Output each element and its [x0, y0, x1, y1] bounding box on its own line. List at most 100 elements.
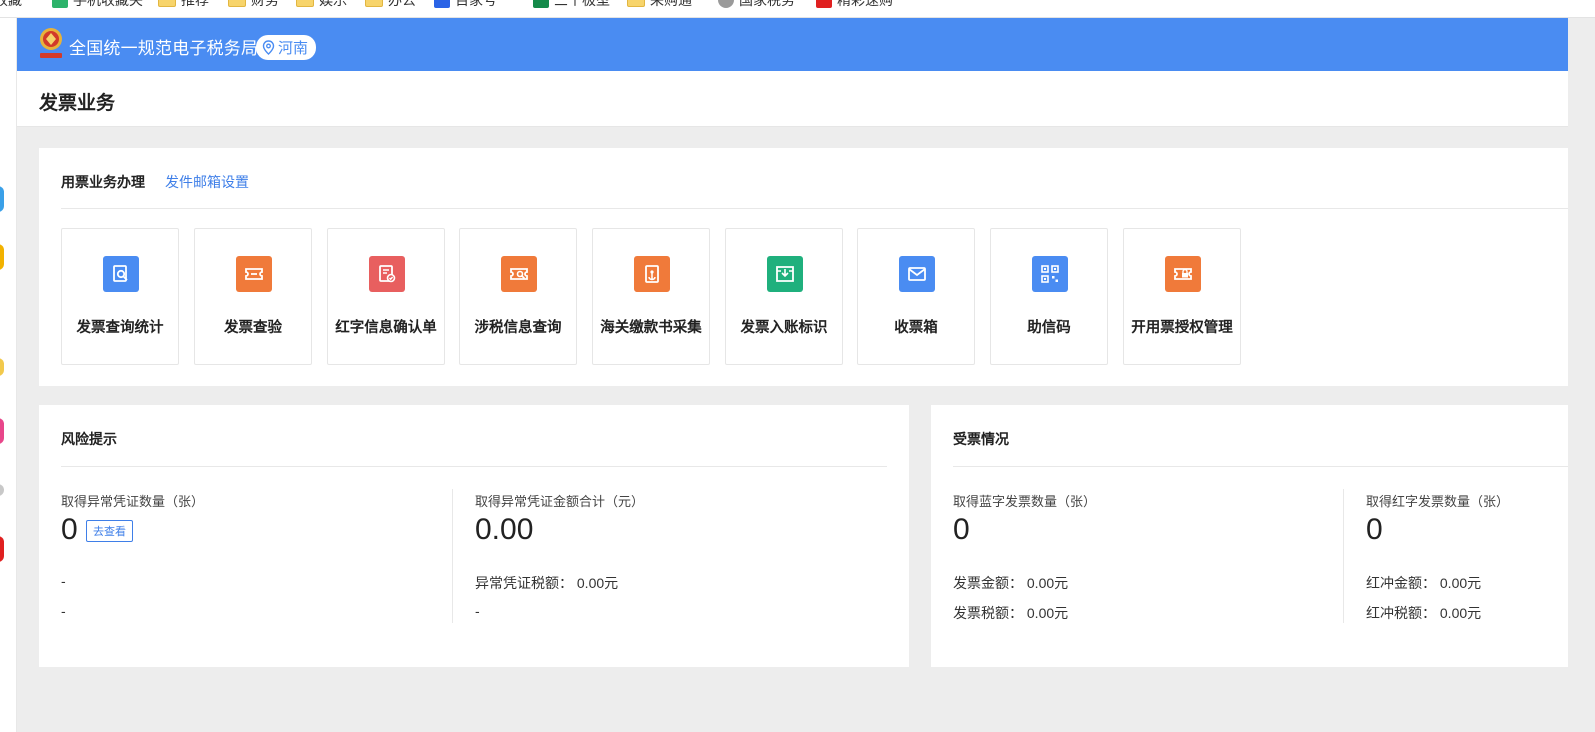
bookmark-folder-purchase[interactable]: 采购通: [627, 0, 692, 9]
phone-bookmark-icon: [52, 0, 68, 8]
bookmark-mobile[interactable]: 手机收藏夹: [52, 0, 143, 9]
location-pin-icon: [262, 40, 275, 55]
customs-payment-icon: [634, 256, 670, 292]
tab-invoice-operations[interactable]: 用票业务办理: [61, 172, 145, 192]
folder-icon: [627, 0, 645, 7]
sidebar-icon-gold[interactable]: [0, 358, 4, 376]
invoice-search-icon: [103, 256, 139, 292]
red-tax-line: 红冲税额： 0.00元: [1366, 605, 1482, 621]
red-invoice-count-value: 0: [1366, 513, 1383, 546]
green-app-icon: [533, 0, 549, 8]
red-invoice-confirm-icon: [369, 256, 405, 292]
red-invoice-count-label: 取得红字发票数量（张）: [1366, 495, 1510, 510]
tile-label: 发票查询统计: [76, 320, 164, 336]
tile-invoice-authorization[interactable]: 开用票授权管理: [1123, 228, 1241, 365]
risk-right-line2: -: [475, 603, 480, 619]
risk-left-line1: -: [61, 573, 66, 589]
bookmark-label: 推荐: [181, 0, 209, 9]
column-divider: [1343, 489, 1344, 623]
abnormal-amount-value: 0.00: [475, 513, 534, 546]
invoice-ledger-icon: [767, 256, 803, 292]
tile-customs-payment[interactable]: 海关缴款书采集: [592, 228, 710, 365]
tax-emblem-icon: [40, 28, 62, 58]
sidebar-icon-blue[interactable]: [0, 186, 4, 212]
abnormal-count-label: 取得异常凭证数量（张）: [61, 495, 205, 510]
site-title: 全国统一规范电子税务局: [69, 39, 259, 59]
bookmark-folder-office[interactable]: 办公: [365, 0, 416, 9]
abnormal-amount-label: 取得异常凭证金额合计（元）: [475, 495, 645, 510]
baidu-icon: [434, 0, 450, 8]
region-label: 河南: [278, 39, 309, 57]
tile-label: 开用票授权管理: [1131, 320, 1233, 336]
gear-icon: [718, 0, 734, 8]
tile-invoice-verify[interactable]: 发票查验: [194, 228, 312, 365]
bookmark-green[interactable]: 三个极型: [533, 0, 610, 9]
divider: [61, 466, 887, 467]
tile-receipt-box[interactable]: 收票箱: [857, 228, 975, 365]
sidebar-icon-yellow[interactable]: [0, 244, 4, 270]
tile-invoice-query[interactable]: 发票查询统计: [61, 228, 179, 365]
view-button[interactable]: 去查看: [86, 520, 133, 542]
tile-label: 涉税信息查询: [474, 320, 562, 336]
sidebar-icon-gray[interactable]: [0, 484, 4, 496]
tile-label: 发票入账标识: [740, 320, 828, 336]
left-sidebar-edge: [0, 18, 17, 732]
bookmarks-bar: 收藏 手机收藏夹 推荐 财务 娱乐 办公 百家号 三个极型 采购通 国家税务 精…: [0, 0, 1595, 18]
tile-label: 助信码: [1027, 320, 1071, 336]
invoice-tax-line: 发票税额： 0.00元: [953, 605, 1069, 621]
red-amount-line: 红冲金额： 0.00元: [1366, 575, 1482, 591]
invoice-amount-line: 发票金额： 0.00元: [953, 575, 1069, 591]
bookmark-label: 办公: [388, 0, 416, 9]
operations-tabs: 用票业务办理 发件邮箱设置: [61, 172, 249, 192]
tile-invoice-ledger[interactable]: 发票入账标识: [725, 228, 843, 365]
tab-mail-settings[interactable]: 发件邮箱设置: [165, 172, 249, 192]
bookmark-label: 国家税务: [739, 0, 795, 9]
column-divider: [452, 489, 453, 623]
region-selector[interactable]: 河南: [256, 35, 317, 60]
risk-left-line2: -: [61, 603, 66, 619]
bookmark-label: 精彩速购: [837, 0, 893, 9]
card-title: 受票情况: [953, 432, 1009, 448]
sidebar-icon-pink[interactable]: [0, 418, 4, 444]
divider: [953, 466, 1595, 467]
right-edge: [1568, 18, 1595, 732]
card-title: 风险提示: [61, 432, 117, 448]
folder-icon: [158, 0, 176, 7]
bookmark-red[interactable]: 精彩速购: [816, 0, 893, 9]
tile-tax-info-query[interactable]: 涉税信息查询: [459, 228, 577, 365]
page-title: 发票业务: [39, 92, 116, 114]
main-content: 用票业务办理 发件邮箱设置 发票查询统计 发票查验 红字信息确认单 涉税信息查询…: [17, 127, 1595, 732]
site-header: 全国统一规范电子税务局 河南: [17, 18, 1595, 71]
folder-icon: [296, 0, 314, 7]
risk-alert-card: 风险提示 取得异常凭证数量（张） 0 去查看 - - 取得异常凭证金额合计（元）…: [39, 405, 909, 667]
blue-invoice-count-value: 0: [953, 513, 970, 546]
tile-label: 海关缴款书采集: [600, 320, 702, 336]
bookmark-folder-recommend[interactable]: 推荐: [158, 0, 209, 9]
abnormal-tax-line: 异常凭证税额： 0.00元: [475, 575, 619, 591]
qr-code-icon: [1032, 256, 1068, 292]
bookmark-label: 娱乐: [319, 0, 347, 9]
bookmark-label: 手机收藏夹: [73, 0, 143, 9]
tile-helper-code[interactable]: 助信码: [990, 228, 1108, 365]
page-header: 发票业务: [17, 71, 1595, 127]
bookmark-label: 百家号: [455, 0, 497, 9]
bookmark-favorites[interactable]: 收藏: [0, 0, 22, 9]
bookmark-label: 三个极型: [554, 0, 610, 9]
folder-icon: [228, 0, 246, 7]
tile-red-invoice-confirm[interactable]: 红字信息确认单: [327, 228, 445, 365]
tile-label: 收票箱: [894, 320, 938, 336]
sidebar-icon-red[interactable]: [0, 536, 4, 562]
bookmark-folder-finance[interactable]: 财务: [228, 0, 279, 9]
bookmark-folder-fun[interactable]: 娱乐: [296, 0, 347, 9]
abnormal-count-value: 0: [61, 513, 78, 546]
invoice-operations-card: 用票业务办理 发件邮箱设置 发票查询统计 发票查验 红字信息确认单 涉税信息查询…: [39, 148, 1595, 386]
received-invoices-card: 受票情况 取得蓝字发票数量（张） 0 发票金额： 0.00元 发票税额： 0.0…: [931, 405, 1595, 667]
red-app-icon: [816, 0, 832, 8]
bookmark-baijiahao[interactable]: 百家号: [434, 0, 497, 9]
blue-invoice-count-label: 取得蓝字发票数量（张）: [953, 495, 1097, 510]
tile-label: 发票查验: [224, 320, 282, 336]
bookmark-tax[interactable]: 国家税务: [718, 0, 795, 9]
folder-icon: [365, 0, 383, 7]
bookmark-label: 收藏: [0, 0, 22, 9]
invoice-auth-icon: [1165, 256, 1201, 292]
